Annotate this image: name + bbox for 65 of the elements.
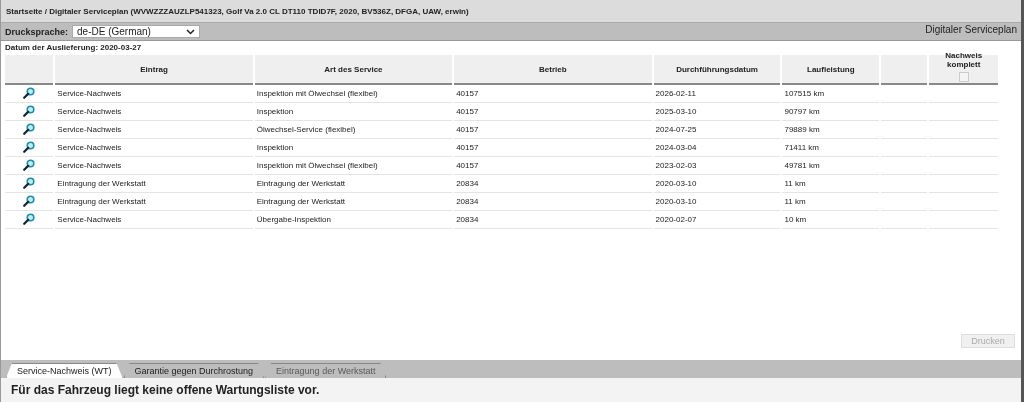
table-cell: 20834 bbox=[454, 193, 652, 211]
table-cell: 40157 bbox=[454, 157, 652, 175]
search-icon[interactable] bbox=[23, 104, 36, 117]
table-cell: 10 km bbox=[782, 211, 880, 229]
table-cell: 2020-03-10 bbox=[653, 175, 781, 193]
table-cell: Eintragung der Werkstatt bbox=[55, 175, 253, 193]
table-cell: 90797 km bbox=[782, 103, 880, 121]
table-cell: 20834 bbox=[454, 211, 652, 229]
table-cell: 40157 bbox=[454, 103, 652, 121]
table-cell: 79889 km bbox=[782, 121, 880, 139]
search-icon[interactable] bbox=[23, 176, 36, 189]
table-cell: 2020-03-10 bbox=[653, 193, 781, 211]
table-cell: 40157 bbox=[454, 139, 652, 157]
table-cell: 20834 bbox=[454, 175, 652, 193]
table-cell: 71411 km bbox=[782, 139, 880, 157]
table-cell: Eintragung der Werkstatt bbox=[55, 193, 253, 211]
table-cell: 2024-03-04 bbox=[653, 139, 781, 157]
search-icon[interactable] bbox=[23, 194, 36, 207]
table-header-cell: Eintrag bbox=[55, 55, 253, 85]
table-cell: 11 km bbox=[782, 193, 880, 211]
table-header-cell bbox=[5, 55, 54, 85]
table-cell: Service-Nachweis bbox=[55, 121, 253, 139]
table-header-cell: Betrieb bbox=[454, 55, 652, 85]
table-header-cell: Art des Service bbox=[254, 55, 453, 85]
column-heading: Nachweis komplett bbox=[944, 50, 984, 69]
table-cell: 2023-02-03 bbox=[653, 157, 781, 175]
search-icon[interactable] bbox=[23, 212, 36, 225]
table-cell: Service-Nachweis bbox=[55, 85, 253, 103]
table-cell: Service-Nachweis bbox=[55, 103, 253, 121]
tab[interactable]: Garantie gegen Durchrostung bbox=[123, 363, 265, 378]
table-cell: 107515 km bbox=[782, 85, 880, 103]
tab[interactable]: Service-Nachweis (WT) bbox=[6, 363, 123, 378]
table-cell: Inspektion mit Ölwechsel (flexibel) bbox=[254, 85, 453, 103]
table-cell: Inspektion bbox=[254, 103, 453, 121]
table-cell: 2024-07-25 bbox=[653, 121, 781, 139]
table-cell: 2020-02-07 bbox=[653, 211, 781, 229]
table-cell: Inspektion bbox=[254, 139, 453, 157]
delivery-date: Datum der Auslieferung: 2020-03-27 bbox=[5, 42, 143, 54]
search-icon[interactable] bbox=[23, 158, 36, 171]
table-header-cell bbox=[881, 55, 928, 85]
table-cell: 40157 bbox=[454, 85, 652, 103]
table-cell: Service-Nachweis bbox=[55, 157, 253, 175]
table-cell: Service-Nachweis bbox=[55, 211, 253, 229]
print-language-label: Drucksprache: bbox=[5, 26, 69, 37]
table-header-cell: Laufleistung bbox=[782, 55, 880, 85]
language-select[interactable]: de-DE (German) bbox=[72, 25, 201, 38]
table-cell: Eintragung der Werkstatt bbox=[254, 193, 453, 211]
info-message: Für das Fahrzeug liegt keine offene Wartungsliste vor. bbox=[10, 382, 321, 397]
table-header-cell: Durchführungsdatum bbox=[653, 55, 781, 85]
search-icon[interactable] bbox=[23, 86, 36, 99]
table-cell: 2026-02-11 bbox=[653, 85, 781, 103]
table-cell: Übergabe-Inspektion bbox=[254, 211, 453, 229]
table-cell: Service-Nachweis bbox=[55, 139, 253, 157]
table-cell: Inspektion mit Ölwechsel (flexibel) bbox=[254, 157, 453, 175]
table-cell: 11 km bbox=[782, 175, 880, 193]
table-cell: Eintragung der Werkstatt bbox=[254, 175, 453, 193]
table-cell: 49781 km bbox=[782, 157, 880, 175]
chevron-icon bbox=[186, 28, 196, 35]
table-cell: Ölwechsel-Service (flexibel) bbox=[254, 121, 453, 139]
table-cell: 40157 bbox=[454, 121, 652, 139]
search-icon[interactable] bbox=[23, 122, 36, 135]
search-icon[interactable] bbox=[23, 140, 36, 153]
page-title: Digitaler Serviceplan bbox=[925, 24, 1017, 35]
breadcrumb: Startseite / Digitaler Serviceplan (WVWZZZAUZLP541323, Golf Va 2.0 CL DT110 TDID7F, 2020, BV536Z, DFGA, UAW, erwin) bbox=[1, 0, 1021, 23]
table-cell: 2025-03-10 bbox=[653, 103, 781, 121]
